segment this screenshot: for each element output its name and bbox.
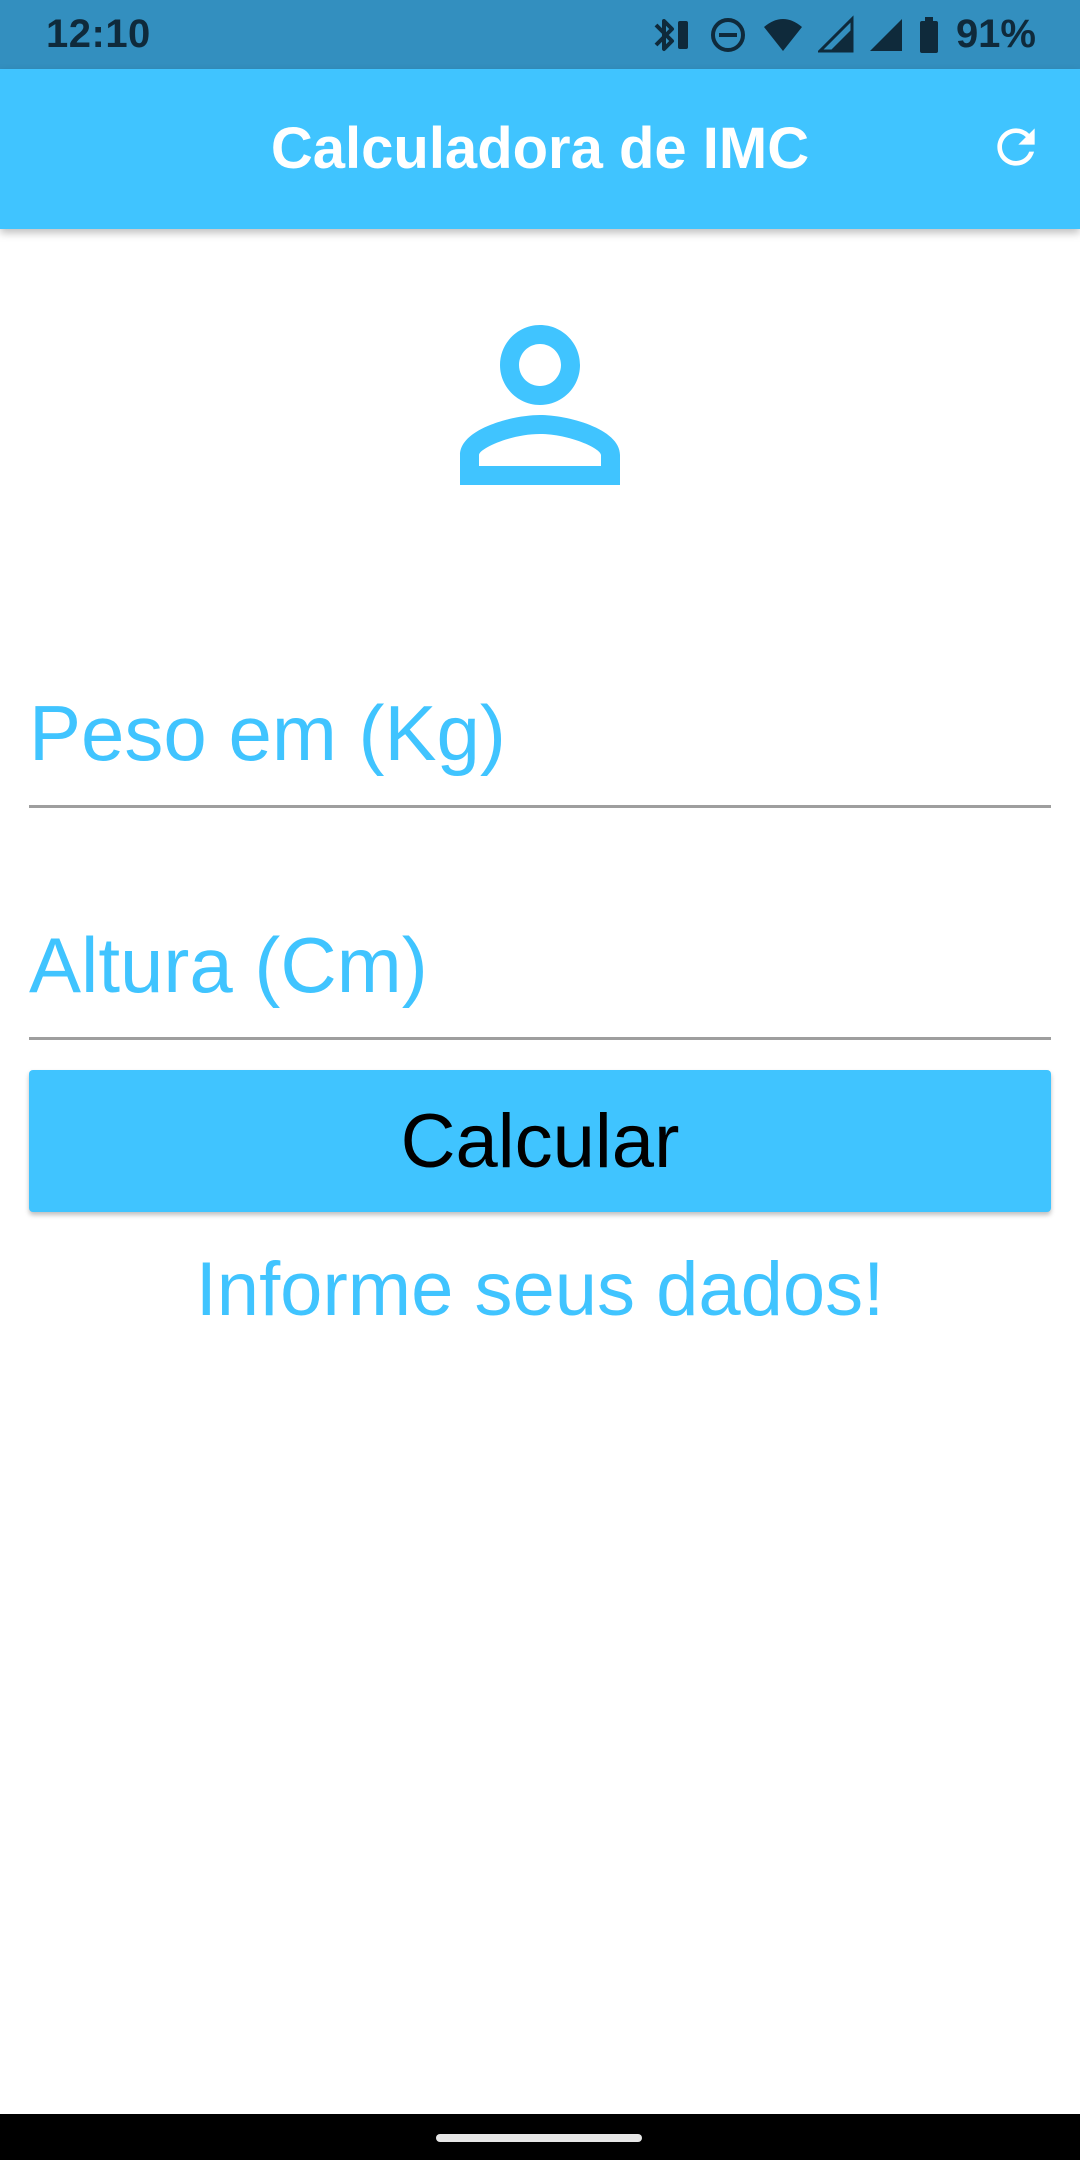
wifi-icon: [762, 15, 804, 55]
app-bar: Calculadora de IMC: [0, 69, 1080, 229]
status-time: 12:10: [46, 12, 151, 56]
home-gesture-handle[interactable]: [436, 2134, 642, 2142]
refresh-button[interactable]: [980, 113, 1052, 185]
info-text: Informe seus dados!: [195, 1247, 885, 1332]
do-not-disturb-icon: [708, 15, 748, 55]
weight-field: [29, 658, 1051, 808]
navigation-bar: [0, 2114, 1080, 2160]
signal-icon: [868, 15, 904, 55]
status-icons: 91%: [650, 12, 1036, 57]
status-bar: 12:10 91%: [0, 0, 1080, 69]
height-field: [29, 890, 1051, 1040]
height-underline: [29, 1037, 1051, 1040]
refresh-icon: [988, 119, 1044, 180]
person-outline-icon: [420, 285, 660, 525]
weight-underline: [29, 805, 1051, 808]
calculate-button[interactable]: Calcular: [29, 1070, 1051, 1212]
battery-percentage: 91%: [955, 12, 1036, 56]
page-title: Calculadora de IMC: [270, 116, 810, 181]
battery-icon: [918, 15, 940, 55]
signal-icon: [817, 14, 854, 55]
bluetooth-icon: [650, 15, 694, 55]
weight-input[interactable]: [29, 658, 1051, 808]
height-input[interactable]: [29, 890, 1051, 1040]
